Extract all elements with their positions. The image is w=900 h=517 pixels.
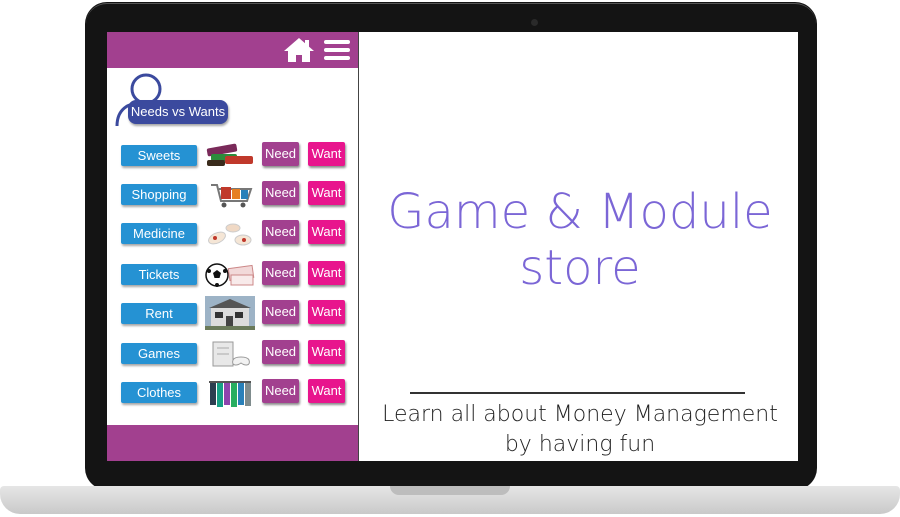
list-item-tickets: Tickets Need Want bbox=[107, 261, 358, 289]
hamburger-menu-icon[interactable] bbox=[323, 38, 351, 62]
item-button-rent[interactable]: Rent bbox=[121, 303, 197, 324]
home-icon[interactable] bbox=[283, 36, 315, 64]
item-button-clothes[interactable]: Clothes bbox=[121, 382, 197, 403]
need-button-rent[interactable]: Need bbox=[262, 300, 299, 324]
want-button-rent[interactable]: Want bbox=[308, 300, 345, 324]
sweets-image bbox=[206, 143, 253, 166]
game-console-image bbox=[212, 341, 250, 367]
laptop-screen: Needs vs Wants Sweets Need Want Shopping bbox=[107, 32, 798, 461]
need-button-sweets[interactable]: Need bbox=[262, 142, 299, 166]
list-item-medicine: Medicine Need Want bbox=[107, 220, 358, 248]
shopping-cart-image bbox=[211, 184, 253, 208]
bottom-bar bbox=[107, 425, 358, 461]
camera-icon bbox=[531, 19, 538, 26]
divider bbox=[410, 392, 745, 394]
top-bar bbox=[107, 32, 358, 68]
item-button-medicine[interactable]: Medicine bbox=[121, 223, 197, 244]
want-button-medicine[interactable]: Want bbox=[308, 220, 345, 244]
laptop-notch bbox=[390, 486, 510, 495]
item-button-sweets[interactable]: Sweets bbox=[121, 145, 197, 166]
list-item-sweets: Sweets Need Want bbox=[107, 142, 358, 170]
want-button-shopping[interactable]: Want bbox=[308, 181, 345, 205]
promo-tagline: Learn all about Money Management by havi… bbox=[362, 400, 798, 460]
promo-tagline-line2: by having fun bbox=[504, 432, 656, 457]
item-button-shopping[interactable]: Shopping bbox=[121, 184, 197, 205]
page-header: Needs vs Wants bbox=[113, 72, 238, 127]
need-button-medicine[interactable]: Need bbox=[262, 220, 299, 244]
need-button-clothes[interactable]: Need bbox=[262, 379, 299, 403]
want-button-sweets[interactable]: Want bbox=[308, 142, 345, 166]
medicine-pills-image bbox=[208, 223, 252, 246]
item-button-tickets[interactable]: Tickets bbox=[121, 264, 197, 285]
page-title: Needs vs Wants bbox=[128, 100, 228, 124]
promo-title-line2: store bbox=[519, 240, 641, 296]
app-panel: Needs vs Wants Sweets Need Want Shopping bbox=[107, 32, 359, 461]
need-button-games[interactable]: Need bbox=[262, 340, 299, 364]
promo-title-line1: Game & Module bbox=[387, 184, 773, 240]
want-button-clothes[interactable]: Want bbox=[308, 379, 345, 403]
football-tickets-image bbox=[205, 263, 255, 287]
want-button-games[interactable]: Want bbox=[308, 340, 345, 364]
clothes-rack-image bbox=[209, 381, 251, 407]
house-image bbox=[205, 296, 255, 330]
need-button-tickets[interactable]: Need bbox=[262, 261, 299, 285]
list-item-games: Games Need Want bbox=[107, 340, 358, 368]
list-item-rent: Rent Need Want bbox=[107, 296, 358, 330]
item-button-games[interactable]: Games bbox=[121, 343, 197, 364]
want-button-tickets[interactable]: Want bbox=[308, 261, 345, 285]
promo-tagline-line1: Learn all about Money Management bbox=[382, 402, 778, 427]
list-item-shopping: Shopping Need Want bbox=[107, 181, 358, 209]
need-button-shopping[interactable]: Need bbox=[262, 181, 299, 205]
promo-title: Game & Module store bbox=[362, 184, 798, 296]
list-item-clothes: Clothes Need Want bbox=[107, 379, 358, 407]
bezel-highlight bbox=[86, 3, 816, 24]
